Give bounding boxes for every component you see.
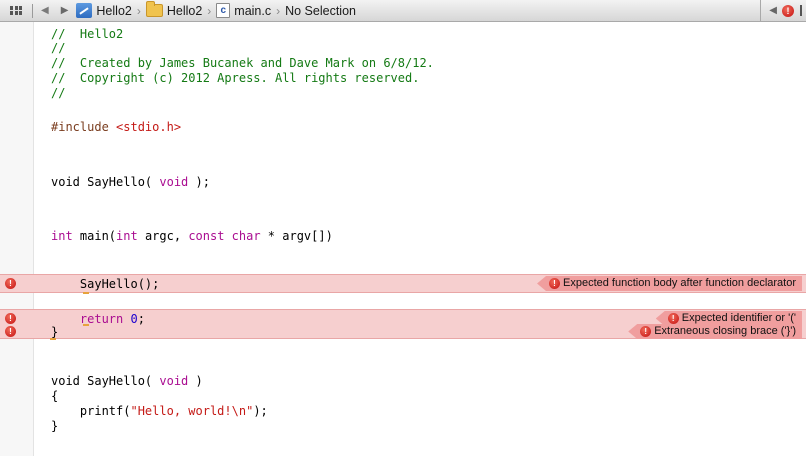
- divider: [32, 3, 33, 18]
- keyword: void: [159, 175, 189, 189]
- code-line[interactable]: //: [0, 86, 806, 100]
- breadcrumb-selection[interactable]: No Selection: [285, 4, 356, 18]
- comment: //: [51, 86, 66, 100]
- jump-bar: ◀ ▶ Hello2 › Hello2 › c main.c › No Sele…: [0, 0, 806, 22]
- error-squiggle: [83, 289, 89, 294]
- keyword: void: [159, 374, 189, 388]
- code-text: main(: [72, 229, 117, 243]
- comment: // Copyright (c) 2012 Apress. All rights…: [51, 71, 420, 85]
- chevron-right-icon: ›: [207, 3, 212, 18]
- previous-issue-icon[interactable]: ◀: [769, 5, 777, 16]
- code-text: );: [253, 404, 268, 418]
- error-message[interactable]: ! Extraneous closing brace ('}'): [628, 324, 802, 339]
- related-items-icon[interactable]: [10, 5, 22, 16]
- error-text: Expected function body after function de…: [563, 277, 796, 289]
- comment: // Hello2: [51, 27, 124, 41]
- issue-navigator[interactable]: ◀ !: [760, 0, 806, 21]
- code-text: void SayHello(: [51, 374, 160, 388]
- back-arrow-icon[interactable]: ◀: [41, 5, 49, 16]
- code-line[interactable]: {: [0, 389, 806, 403]
- next-issue-icon[interactable]: [800, 5, 802, 16]
- code-line[interactable]: void SayHello( void );: [0, 175, 806, 189]
- forward-arrow-icon[interactable]: ▶: [61, 5, 69, 16]
- code-text: ;: [137, 312, 145, 326]
- code-text: SayHello();: [51, 277, 160, 291]
- code-editor[interactable]: ! ! ! // Hello2 // // Created by James B…: [0, 22, 806, 456]
- error-text: Extraneous closing brace ('}'): [654, 325, 796, 337]
- error-icon: !: [667, 313, 679, 324]
- code-text: argc,: [137, 229, 189, 243]
- error-message[interactable]: ! Expected identifier or '(': [655, 311, 802, 326]
- chevron-right-icon: ›: [276, 3, 281, 18]
- keyword: int: [116, 229, 138, 243]
- error-icon: !: [640, 326, 652, 337]
- comment: //: [51, 41, 66, 55]
- code-text: * argv[]): [260, 229, 333, 243]
- code-line[interactable]: printf("Hello, world!\n");: [0, 404, 806, 418]
- chevron-right-icon: ›: [136, 3, 141, 18]
- breadcrumb-file[interactable]: c main.c ›: [216, 3, 285, 18]
- keyword: const: [188, 229, 225, 243]
- code-text: printf(: [51, 404, 131, 418]
- code-text: );: [188, 175, 210, 189]
- breadcrumb-project[interactable]: Hello2 ›: [76, 3, 145, 18]
- error-text: Expected identifier or '(': [681, 312, 796, 324]
- keyword: int: [51, 229, 73, 243]
- code-text: ): [188, 374, 203, 388]
- breadcrumb-label: main.c: [234, 3, 272, 18]
- keyword: char: [231, 229, 261, 243]
- error-squiggle: [50, 335, 56, 340]
- code-text: {: [51, 389, 59, 403]
- code-line[interactable]: // Created by James Bucanek and Dave Mar…: [0, 56, 806, 70]
- code-text: void SayHello(: [51, 175, 160, 189]
- folder-icon: [145, 1, 163, 17]
- include-path: <stdio.h>: [116, 120, 182, 134]
- code-line[interactable]: void SayHello( void ): [0, 374, 806, 388]
- code-text: }: [51, 419, 59, 433]
- project-icon: [76, 3, 93, 18]
- c-file-icon: c: [216, 3, 231, 18]
- code-line[interactable]: // Copyright (c) 2012 Apress. All rights…: [0, 71, 806, 85]
- number-literal: 0: [130, 312, 138, 326]
- code-line[interactable]: // Hello2: [0, 27, 806, 41]
- breadcrumb-label: No Selection: [285, 3, 356, 18]
- error-message[interactable]: ! Expected function body after function d…: [537, 276, 802, 291]
- breadcrumb-group[interactable]: Hello2 ›: [145, 1, 216, 18]
- code-line[interactable]: #include <stdio.h>: [0, 120, 806, 134]
- preprocessor-directive: #include: [51, 120, 117, 134]
- string-literal: "Hello, world!\n": [130, 404, 254, 418]
- breadcrumb-label: Hello2: [166, 3, 203, 18]
- error-icon: !: [549, 278, 561, 289]
- breadcrumb-label: Hello2: [96, 3, 132, 18]
- code-line[interactable]: }: [0, 419, 806, 433]
- code-line[interactable]: //: [0, 41, 806, 55]
- comment: // Created by James Bucanek and Dave Mar…: [51, 56, 434, 70]
- error-icon[interactable]: !: [782, 4, 794, 17]
- code-line[interactable]: int main(int argc, const char * argv[]): [0, 229, 806, 243]
